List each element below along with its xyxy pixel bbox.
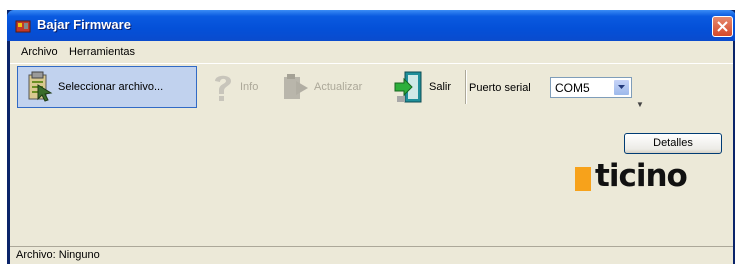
close-button[interactable]: [712, 16, 733, 37]
main-window: Bajar Firmware Archivo Herramientas Sele…: [7, 10, 735, 264]
help-icon: [215, 75, 231, 101]
serial-port-label: Puerto serial: [469, 82, 531, 94]
logo-text: ticino: [595, 158, 688, 194]
info-label: Info: [240, 81, 259, 93]
status-text: Archivo: Ninguno: [16, 249, 100, 261]
update-button[interactable]: Actualizar: [282, 66, 382, 108]
toolbar-overflow-chevron-icon[interactable]: ▼: [636, 100, 644, 109]
close-icon: [717, 21, 728, 32]
brand-logo: ticino: [575, 158, 723, 195]
toolbar-separator: [465, 70, 467, 104]
status-bar: Archivo: Ninguno: [10, 246, 733, 264]
menu-bar: Archivo Herramientas: [10, 41, 733, 63]
window-title: Bajar Firmware: [37, 17, 131, 32]
select-file-button[interactable]: Seleccionar archivo...: [17, 66, 197, 108]
info-button[interactable]: Info: [210, 66, 270, 108]
exit-label: Salir: [429, 81, 452, 93]
title-bar[interactable]: Bajar Firmware: [7, 10, 735, 41]
details-button[interactable]: Detalles: [624, 133, 722, 154]
serial-port-dropdown-button[interactable]: [613, 79, 630, 96]
toolbar: Seleccionar archivo... Info Actualizar S…: [10, 64, 733, 130]
update-label: Actualizar: [314, 81, 363, 93]
client-area: Archivo Herramientas Seleccionar archivo…: [10, 41, 733, 264]
exit-door-icon: [394, 71, 422, 103]
menu-herramientas[interactable]: Herramientas: [65, 45, 139, 59]
open-file-icon: [28, 71, 53, 102]
exit-button[interactable]: Salir: [393, 66, 463, 108]
logo-accent-block: [575, 167, 591, 191]
serial-port-select[interactable]: COM5: [550, 77, 632, 98]
update-icon: [284, 74, 308, 99]
dropdown-arrow-icon: [618, 85, 625, 89]
app-icon: [15, 20, 31, 33]
menu-archivo[interactable]: Archivo: [17, 45, 62, 59]
select-file-label: Seleccionar archivo...: [58, 81, 164, 93]
serial-port-value: COM5: [555, 81, 590, 95]
